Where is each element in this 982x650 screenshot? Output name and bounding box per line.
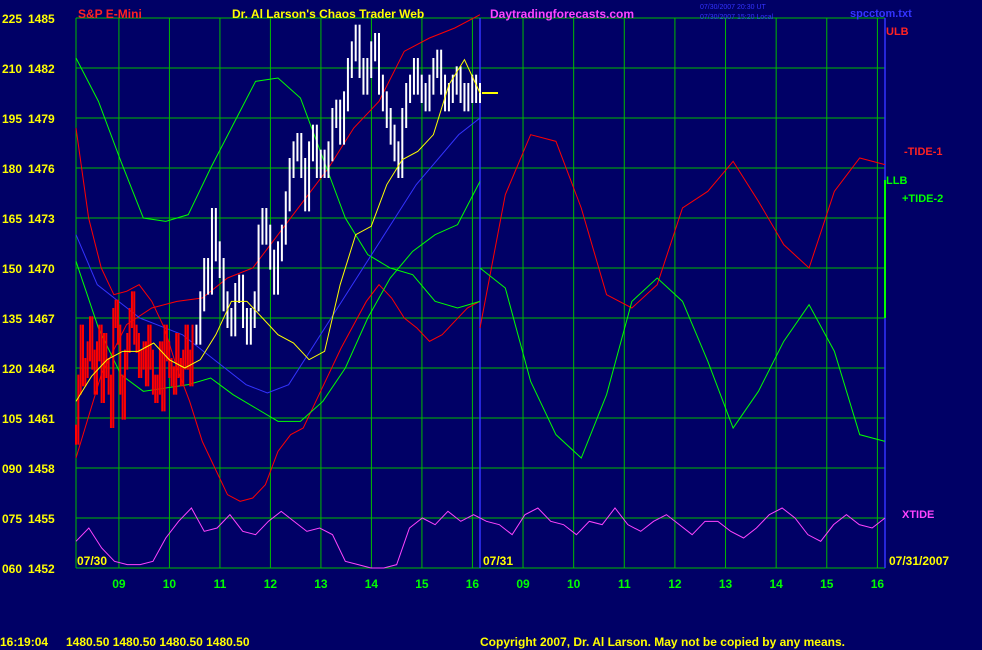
x-tick-label: 12	[668, 577, 682, 591]
x-tick-label: 10	[567, 577, 581, 591]
label-ulb: ULB	[886, 26, 909, 38]
x-tick-label: 11	[214, 577, 227, 591]
label-xtide: XTIDE	[902, 509, 934, 521]
y-tick-right: 1473	[28, 212, 55, 226]
y-tick-left: 090	[2, 462, 22, 476]
y-tick-right: 1485	[28, 12, 55, 26]
y-tick-right: 1464	[28, 362, 55, 376]
y-tick-right: 1482	[28, 62, 55, 76]
x-tick-label: 10	[163, 577, 177, 591]
y-tick-left: 150	[2, 262, 22, 276]
x-tick-label: 09	[112, 577, 126, 591]
chart-title: Dr. Al Larson's Chaos Trader Web	[232, 7, 424, 21]
date-mid: 07/31	[483, 554, 513, 568]
footer-quotes: 1480.50 1480.50 1480.50 1480.50	[66, 635, 250, 649]
timestamp-local: 07/30/2007 15:20 Local	[700, 14, 774, 21]
data-file-name: spcctom.txt	[850, 8, 912, 20]
footer-time: 16:19:04	[0, 635, 48, 649]
y-tick-left: 135	[2, 312, 22, 326]
y-tick-left: 120	[2, 362, 22, 376]
y-tick-right: 1470	[28, 262, 55, 276]
timestamp-ut: 07/30/2007 20:30 UT	[700, 4, 766, 11]
x-tick-label: 11	[618, 577, 631, 591]
y-tick-right: 1452	[28, 562, 55, 576]
y-tick-left: 180	[2, 162, 22, 176]
y-tick-left: 225	[2, 12, 22, 26]
y-tick-right: 1458	[28, 462, 55, 476]
x-tick-label: 12	[264, 577, 278, 591]
footer-copyright: Copyright 2007, Dr. Al Larson. May not b…	[480, 635, 845, 649]
y-tick-right: 1467	[28, 312, 55, 326]
x-tick-label: 16	[466, 577, 480, 591]
x-tick-label: 14	[365, 577, 379, 591]
y-tick-left: 195	[2, 112, 22, 126]
y-tick-right: 1455	[28, 512, 55, 526]
y-tick-left: 210	[2, 62, 22, 76]
y-tick-left: 165	[2, 212, 22, 226]
site-link[interactable]: Daytradingforecasts.com	[490, 7, 634, 21]
x-tick-label: 14	[769, 577, 783, 591]
y-tick-left: 105	[2, 412, 22, 426]
x-tick-label: 13	[719, 577, 733, 591]
y-tick-right: 1461	[28, 412, 55, 426]
x-tick-label: 09	[516, 577, 530, 591]
x-tick-label: 15	[415, 577, 429, 591]
y-tick-right: 1476	[28, 162, 55, 176]
instrument-title: S&P E-Mini	[78, 7, 142, 21]
y-tick-right: 1479	[28, 112, 55, 126]
x-tick-label: 15	[820, 577, 834, 591]
x-tick-label: 16	[871, 577, 885, 591]
chaos-trader-chart: 225 1485 210 1482 195 1479 180 1476 165 1473 150 14…	[0, 0, 982, 650]
date-start: 07/30	[77, 554, 107, 568]
date-end: 07/31/2007	[889, 554, 949, 568]
y-tick-left: 075	[2, 512, 22, 526]
label-tide-2: +TIDE-2	[902, 193, 943, 205]
y-tick-left: 060	[2, 562, 22, 576]
label-tide-1: -TIDE-1	[904, 146, 943, 158]
label-llb: LLB	[886, 175, 907, 187]
x-tick-label: 13	[314, 577, 328, 591]
